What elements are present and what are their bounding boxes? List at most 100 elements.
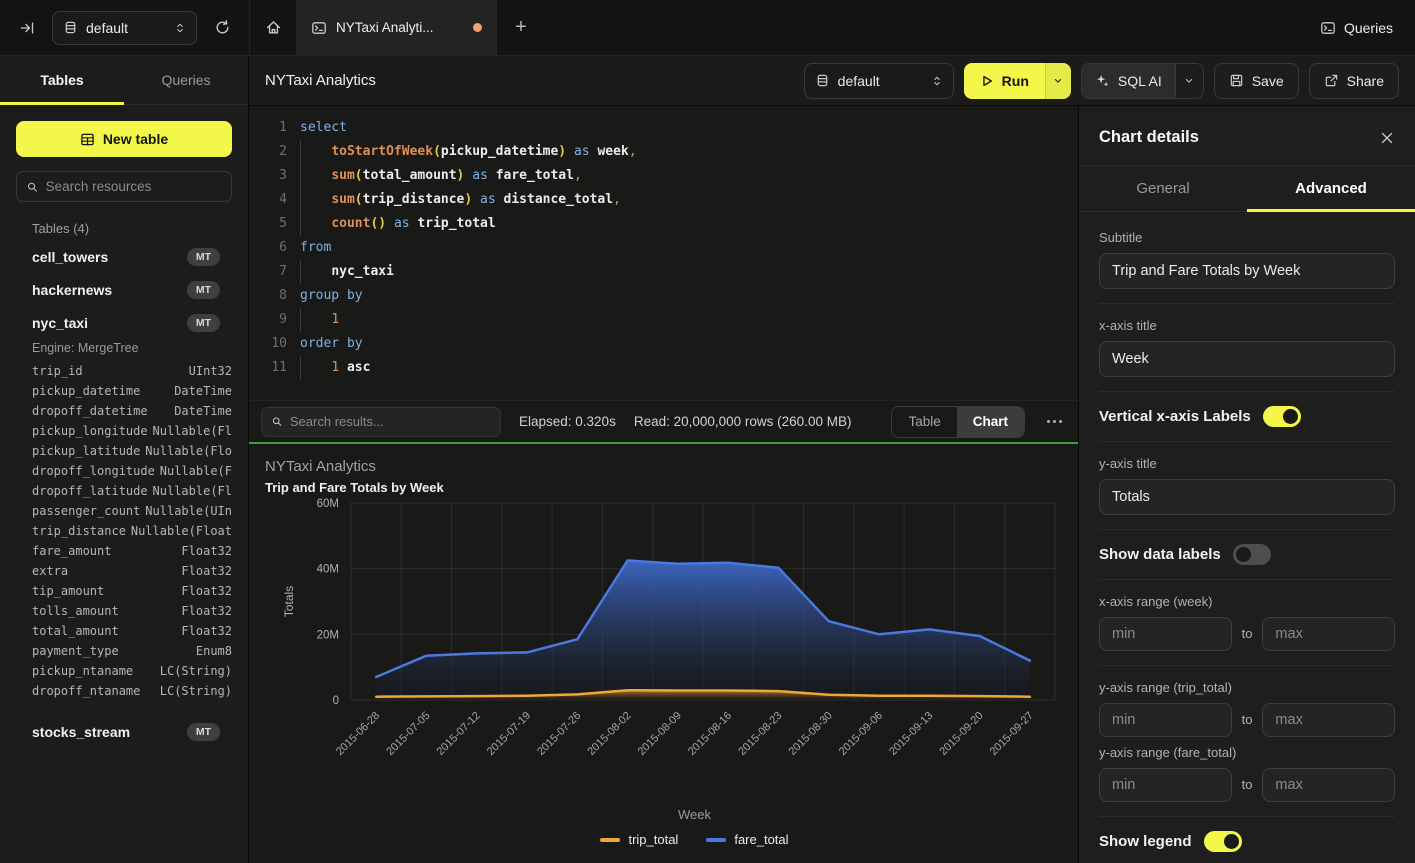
editor-toolbar: NYTaxi Analytics default Run bbox=[249, 56, 1415, 106]
home-button[interactable] bbox=[249, 0, 297, 55]
query-tab[interactable]: NYTaxi Analyti... bbox=[297, 0, 497, 55]
code-token bbox=[300, 212, 331, 236]
y-axis-range-trip-max-input[interactable] bbox=[1262, 703, 1395, 737]
column-row: trip_idUInt32 bbox=[0, 361, 248, 381]
table-name: stocks_stream bbox=[32, 724, 187, 740]
y-axis-range-trip-min-input[interactable] bbox=[1099, 703, 1232, 737]
show-data-labels-toggle[interactable] bbox=[1233, 544, 1271, 565]
legend-item-trip_total[interactable]: trip_total bbox=[600, 832, 678, 847]
code-line[interactable]: 4 sum(trip_distance) as distance_total, bbox=[261, 188, 1078, 212]
x-axis-title-input[interactable] bbox=[1099, 341, 1395, 377]
table-item-cell_towers[interactable]: cell_towersMT bbox=[0, 240, 248, 273]
save-button[interactable]: Save bbox=[1214, 63, 1299, 99]
engine-badge: MT bbox=[187, 281, 220, 299]
refresh-button[interactable] bbox=[207, 13, 237, 43]
table-list: cell_towersMThackernewsMTnyc_taxiMTEngin… bbox=[0, 240, 248, 748]
x-axis-title: Week bbox=[265, 807, 1062, 822]
sidebar-search-input[interactable] bbox=[46, 179, 222, 194]
results-search[interactable] bbox=[261, 407, 501, 437]
code-token: trip_distance bbox=[363, 188, 465, 212]
query-tab-title: NYTaxi Analyti... bbox=[336, 20, 434, 35]
sql-ai-button[interactable]: SQL AI bbox=[1081, 63, 1204, 99]
sidebar-tab-tables[interactable]: Tables bbox=[0, 56, 124, 104]
column-row: tip_amountFloat32 bbox=[0, 581, 248, 601]
svg-text:2015-09-27: 2015-09-27 bbox=[988, 710, 1036, 758]
close-icon[interactable] bbox=[1379, 130, 1395, 146]
y-axis-title-input[interactable] bbox=[1099, 479, 1395, 515]
table-item-hackernews[interactable]: hackernewsMT bbox=[0, 273, 248, 306]
column-name: trip_distance bbox=[32, 524, 126, 538]
new-table-label: New table bbox=[103, 131, 168, 147]
search-icon bbox=[26, 180, 39, 194]
tab-advanced[interactable]: Advanced bbox=[1247, 166, 1415, 211]
code-line[interactable]: 7 nyc_taxi bbox=[261, 260, 1078, 284]
code-line[interactable]: 10order by bbox=[261, 332, 1078, 356]
sql-ai-options-button[interactable] bbox=[1175, 64, 1203, 98]
code-line[interactable]: 6from bbox=[261, 236, 1078, 260]
view-toggle-chart[interactable]: Chart bbox=[957, 407, 1024, 437]
svg-text:2015-08-30: 2015-08-30 bbox=[787, 710, 835, 758]
x-axis-range-min-input[interactable] bbox=[1099, 617, 1232, 651]
y-axis-range-fare-min-input[interactable] bbox=[1099, 768, 1232, 802]
table-item-nyc_taxi[interactable]: nyc_taxiMT bbox=[0, 306, 248, 339]
code-line[interactable]: 2 toStartOfWeek(pickup_datetime) as week… bbox=[261, 140, 1078, 164]
code-token: as bbox=[394, 212, 410, 236]
chart-details-title: Chart details bbox=[1099, 128, 1199, 147]
sidebar-search[interactable] bbox=[16, 171, 232, 202]
vertical-labels-toggle[interactable] bbox=[1263, 406, 1301, 427]
y-axis-range-trip-label: y-axis range (trip_total) bbox=[1099, 680, 1395, 695]
view-toggle-table[interactable]: Table bbox=[892, 407, 956, 437]
legend-label: trip_total bbox=[628, 832, 678, 847]
area-chart[interactable]: 020M40M60M2015-06-282015-07-052015-07-12… bbox=[265, 495, 1065, 811]
code-token bbox=[590, 140, 598, 164]
column-name: passenger_count bbox=[32, 504, 140, 518]
new-tab-button[interactable]: + bbox=[497, 0, 545, 55]
run-button-main[interactable]: Run bbox=[964, 63, 1045, 99]
collapse-sidebar-button[interactable] bbox=[12, 13, 42, 43]
column-row: trip_distanceNullable(Float bbox=[0, 521, 248, 541]
column-name: pickup_datetime bbox=[32, 384, 140, 398]
code-token: sum bbox=[331, 188, 354, 212]
code-line[interactable]: 5 count() as trip_total bbox=[261, 212, 1078, 236]
column-name: fare_amount bbox=[32, 544, 111, 558]
legend-item-fare_total[interactable]: fare_total bbox=[706, 832, 788, 847]
sql-ai-button-main[interactable]: SQL AI bbox=[1082, 64, 1175, 98]
code-line[interactable]: 3 sum(total_amount) as fare_total, bbox=[261, 164, 1078, 188]
run-options-button[interactable] bbox=[1045, 63, 1071, 99]
svg-text:2015-09-13: 2015-09-13 bbox=[887, 710, 935, 758]
share-button[interactable]: Share bbox=[1309, 63, 1399, 99]
code-token: asc bbox=[347, 356, 370, 380]
code-token: ) bbox=[457, 164, 465, 188]
results-more-button[interactable] bbox=[1043, 420, 1066, 423]
column-row: pickup_latitudeNullable(Flo bbox=[0, 441, 248, 461]
code-token: week bbox=[597, 140, 628, 164]
sidebar-tab-queries[interactable]: Queries bbox=[124, 56, 248, 104]
run-button[interactable]: Run bbox=[964, 63, 1071, 99]
chart-panel: NYTaxi Analytics Trip and Fare Totals by… bbox=[249, 444, 1078, 863]
top-bar-right: Queries bbox=[1298, 0, 1415, 56]
subtitle-input[interactable] bbox=[1099, 253, 1395, 289]
code-token: from bbox=[300, 236, 331, 260]
code-line[interactable]: 8group by bbox=[261, 284, 1078, 308]
code-line[interactable]: 11 1 asc bbox=[261, 356, 1078, 380]
code-line[interactable]: 1select bbox=[261, 116, 1078, 140]
show-legend-toggle[interactable] bbox=[1204, 831, 1242, 852]
column-row: passenger_countNullable(UIn bbox=[0, 501, 248, 521]
queries-link[interactable]: Queries bbox=[1320, 20, 1393, 36]
line-number: 3 bbox=[261, 164, 287, 188]
column-name: pickup_ntaname bbox=[32, 664, 133, 678]
code-line[interactable]: 9 1 bbox=[261, 308, 1078, 332]
chart-details-panel: Chart details General Advanced Subtitle … bbox=[1078, 106, 1415, 863]
y-axis-range-fare-max-input[interactable] bbox=[1262, 768, 1395, 802]
column-type: Float32 bbox=[181, 564, 232, 578]
tab-general[interactable]: General bbox=[1079, 166, 1247, 211]
database-selector[interactable]: default bbox=[52, 11, 197, 45]
sql-editor[interactable]: 1select2 toStartOfWeek(pickup_datetime) … bbox=[249, 106, 1078, 400]
table-item-stocks_stream[interactable]: stocks_streamMT bbox=[0, 715, 248, 748]
code-token: select bbox=[300, 116, 347, 140]
x-axis-range-max-input[interactable] bbox=[1262, 617, 1395, 651]
new-table-button[interactable]: New table bbox=[16, 121, 232, 157]
query-database-selector[interactable]: default bbox=[804, 63, 954, 99]
svg-text:Totals: Totals bbox=[282, 586, 296, 617]
results-search-input[interactable] bbox=[290, 414, 491, 429]
